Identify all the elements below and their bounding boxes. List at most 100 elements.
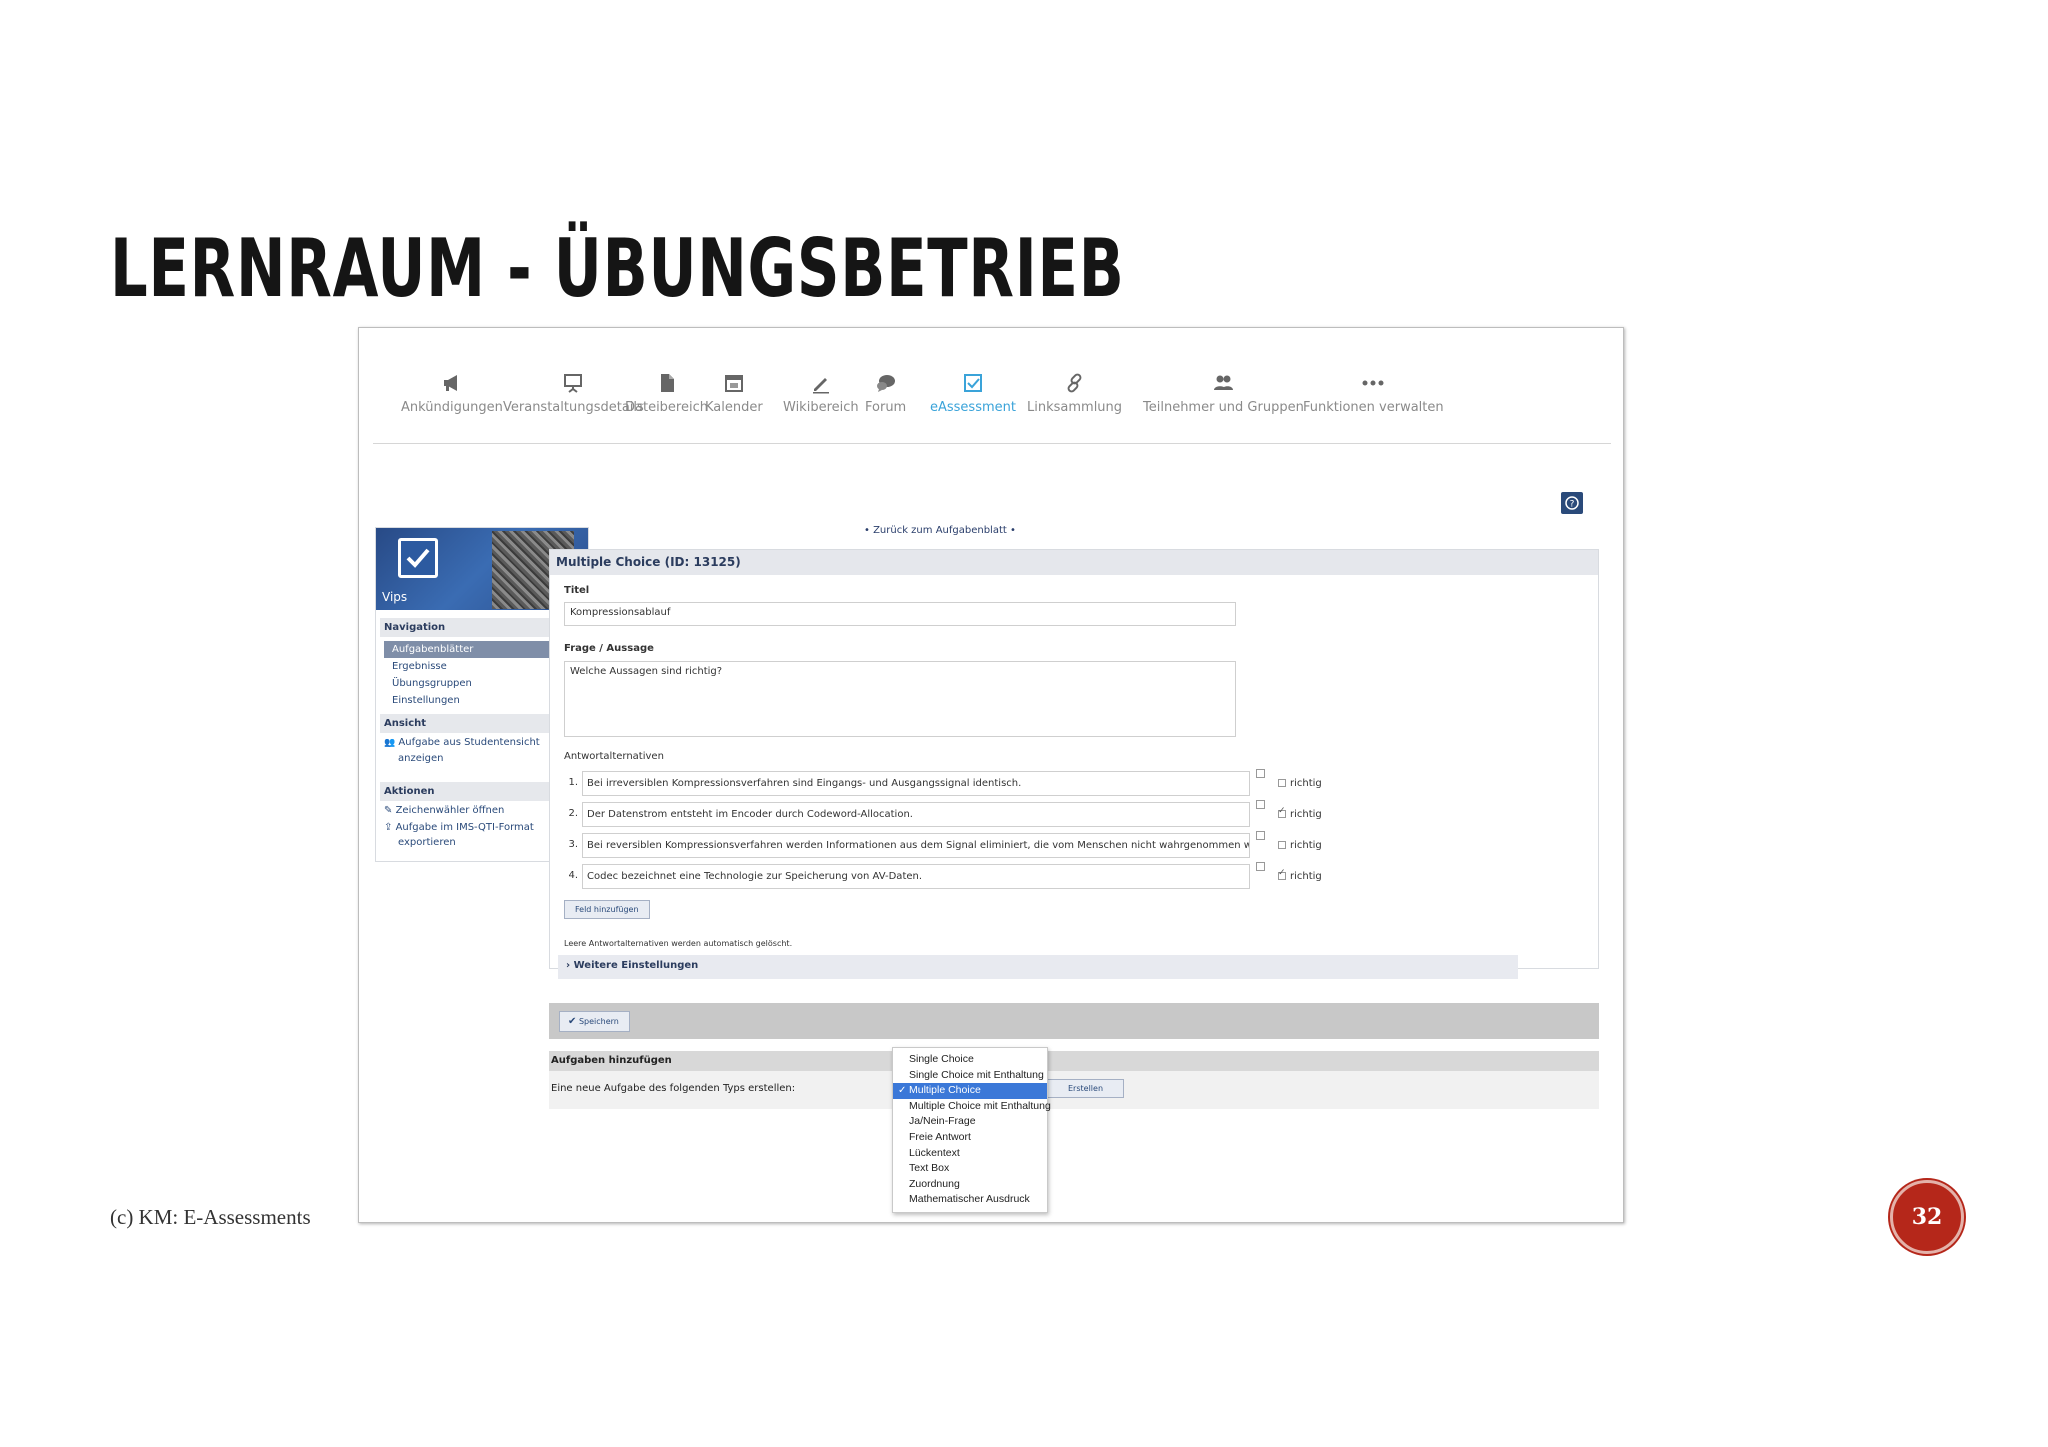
dropdown-option[interactable]: Text Box <box>893 1161 1047 1177</box>
nav-item-manage-functions[interactable]: Funktionen verwalten <box>1303 372 1444 415</box>
dropdown-option-selected[interactable]: Multiple Choice <box>893 1083 1047 1099</box>
correct-toggle[interactable]: richtig <box>1278 868 1322 882</box>
correct-checkbox[interactable] <box>1278 806 1286 818</box>
dropdown-option[interactable]: Zuordnung <box>893 1177 1047 1193</box>
slide-footer: (c) KM: E-Assessments <box>110 1205 311 1229</box>
megaphone-icon <box>443 375 457 391</box>
answer-input[interactable]: Bei reversiblen Kompressionsverfahren we… <box>582 833 1250 858</box>
save-button[interactable]: ✔ Speichern <box>559 1011 630 1032</box>
dropdown-option[interactable]: Ja/Nein-Frage <box>893 1114 1047 1130</box>
slide-title: LERNRAUM - ÜBUNGSBETRIEB <box>110 222 1125 315</box>
delete-answer-icon[interactable] <box>1256 769 1265 778</box>
checkbox-icon <box>963 374 982 392</box>
delete-answer-icon[interactable] <box>1256 862 1265 871</box>
dropdown-option[interactable]: Mathematischer Ausdruck <box>893 1192 1047 1208</box>
dropdown-option[interactable]: Multiple Choice mit Enthaltung <box>893 1099 1051 1115</box>
answer-row: 2. Der Datenstrom entsteht im Encoder du… <box>566 800 1266 828</box>
dropdown-option[interactable]: Freie Antwort <box>893 1130 1047 1146</box>
vips-logo-icon <box>398 538 438 578</box>
correct-toggle[interactable]: richtig <box>1278 840 1322 851</box>
export-icon: ⇪ <box>384 822 393 833</box>
correct-label: richtig <box>1290 840 1322 851</box>
speech-bubbles-icon <box>876 375 895 392</box>
correct-checkbox[interactable] <box>1278 868 1286 880</box>
dropdown-option[interactable]: Lückentext <box>893 1146 1047 1162</box>
task-type-dropdown[interactable]: Single Choice Single Choice mit Enthaltu… <box>892 1047 1051 1213</box>
question-textarea[interactable]: Welche Aussagen sind richtig? <box>564 661 1236 737</box>
question-label: Frage / Aussage <box>564 643 654 654</box>
save-bar: ✔ Speichern <box>549 1003 1599 1039</box>
nav-item-calendar[interactable]: Kalender <box>705 372 763 415</box>
answer-row: 1. Bei irreversiblen Kompressionsverfahr… <box>566 769 1266 797</box>
create-button[interactable]: Erstellen <box>1047 1079 1125 1098</box>
student-view-label-1: Aufgabe aus Studentensicht <box>398 737 540 748</box>
nav-item-forum[interactable]: Forum <box>865 372 906 415</box>
add-tasks-heading: Aufgaben hinzufügen <box>549 1051 1599 1071</box>
correct-toggle[interactable]: richtig <box>1278 806 1322 820</box>
nav-item-announcements[interactable]: Ankündigungen <box>401 372 503 415</box>
delete-answer-icon[interactable] <box>1256 831 1265 840</box>
chevron-right-icon: › <box>566 960 571 971</box>
more-dots-icon <box>1362 380 1384 386</box>
nav-label: Forum <box>865 400 907 415</box>
vips-label: Vips <box>382 590 408 604</box>
answer-number: 2. <box>568 808 578 819</box>
nav-label: Wikibereich <box>783 400 859 415</box>
nav-item-course-details[interactable]: Veranstaltungsdetails <box>503 372 644 415</box>
people-icon <box>1214 375 1234 390</box>
dropdown-option[interactable]: Single Choice mit Enthaltung <box>893 1068 1047 1084</box>
dropdown-option[interactable]: Single Choice <box>893 1052 1047 1068</box>
nav-label: Ankündigungen <box>401 400 503 415</box>
nav-item-eassessment[interactable]: eAssessment <box>930 372 1016 415</box>
answer-input[interactable]: Bei irreversiblen Kompressionsverfahren … <box>582 771 1250 796</box>
calendar-icon <box>724 375 743 392</box>
add-task-row: Eine neue Aufgabe des folgenden Typs ers… <box>549 1071 1599 1109</box>
nav-label: Linksammlung <box>1027 400 1123 415</box>
delete-answer-icon[interactable] <box>1256 800 1265 809</box>
nav-label: Dateibereich <box>625 400 708 415</box>
correct-checkbox[interactable] <box>1278 779 1286 787</box>
nav-label: Teilnehmer und Gruppen <box>1143 400 1304 415</box>
panel-title: Multiple Choice (ID: 13125) <box>550 550 1598 575</box>
nav-item-participants[interactable]: Teilnehmer und Gruppen <box>1143 372 1304 415</box>
people-icon: 👥 <box>384 738 396 748</box>
correct-label: richtig <box>1290 778 1322 789</box>
help-button[interactable]: ? <box>1561 492 1583 514</box>
help-icon: ? <box>1565 496 1579 510</box>
answer-input[interactable]: Der Datenstrom entsteht im Encoder durch… <box>582 802 1250 827</box>
student-view-label-2: anzeigen <box>398 753 444 764</box>
answer-number: 1. <box>568 777 578 788</box>
add-task-label: Eine neue Aufgabe des folgenden Typs ers… <box>551 1083 796 1094</box>
nav-label: Veranstaltungsdetails <box>503 400 644 415</box>
more-settings-label: Weitere Einstellungen <box>573 960 699 971</box>
correct-label: richtig <box>1290 809 1322 820</box>
nav-item-files[interactable]: Dateibereich <box>625 372 708 415</box>
nav-item-links[interactable]: Linksammlung <box>1027 372 1122 415</box>
back-to-task-sheet-link[interactable]: • Zurück zum Aufgabenblatt • <box>864 525 1016 536</box>
page-number-badge: 32 <box>1890 1180 1964 1254</box>
top-navigation: Ankündigungen Veranstaltungsdetails Date… <box>373 372 1611 444</box>
answer-row: 3. Bei reversiblen Kompressionsverfahren… <box>566 831 1266 859</box>
file-icon <box>660 374 674 392</box>
save-label: Speichern <box>578 1017 619 1026</box>
title-input[interactable]: Kompressionsablauf <box>564 602 1236 626</box>
answer-row: 4. Codec bezeichnet eine Technologie zur… <box>566 862 1266 890</box>
pen-icon: ✎ <box>384 805 393 816</box>
nav-label: Kalender <box>705 400 763 415</box>
correct-toggle[interactable]: richtig <box>1278 778 1322 789</box>
correct-label: richtig <box>1290 871 1322 882</box>
character-picker-label: Zeichenwähler öffnen <box>395 805 505 816</box>
nav-label: eAssessment <box>930 400 1016 415</box>
pencil-icon <box>812 378 829 394</box>
screenshot-frame: Ankündigungen Veranstaltungsdetails Date… <box>358 327 1624 1223</box>
nav-item-wiki[interactable]: Wikibereich <box>783 372 859 415</box>
answer-input[interactable]: Codec bezeichnet eine Technologie zur Sp… <box>582 864 1250 889</box>
presentation-icon <box>564 374 583 393</box>
task-edit-panel: Multiple Choice (ID: 13125) Titel Kompre… <box>549 549 1599 979</box>
correct-checkbox[interactable] <box>1278 841 1286 849</box>
more-settings-toggle[interactable]: › Weitere Einstellungen <box>558 955 1518 979</box>
nav-label: Funktionen verwalten <box>1303 400 1444 415</box>
add-field-button[interactable]: Feld hinzufügen <box>564 900 650 919</box>
check-icon: ✔ <box>568 1016 577 1027</box>
link-icon <box>1067 373 1081 393</box>
